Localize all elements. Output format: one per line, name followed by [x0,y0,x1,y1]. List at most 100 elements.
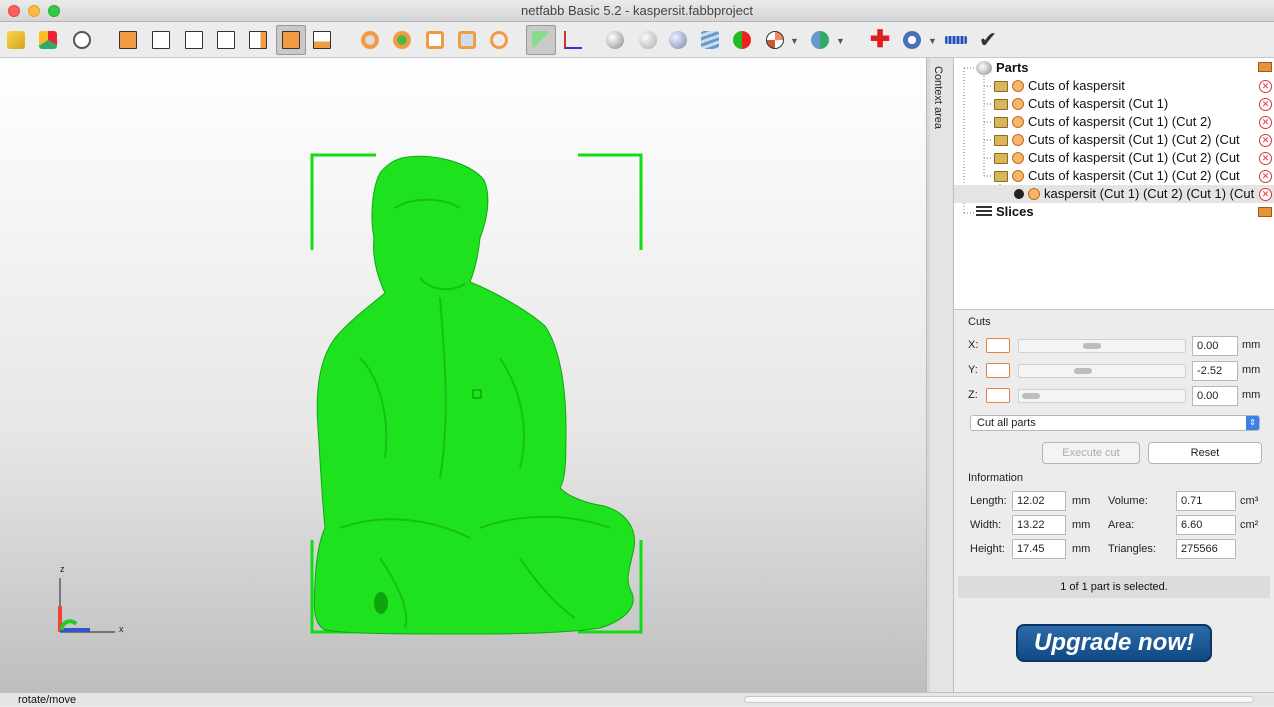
view-top-button[interactable] [246,28,270,52]
x-cut-slider[interactable] [1018,339,1186,353]
remove-item-icon[interactable]: ✕ [1259,188,1272,201]
globe-button[interactable] [763,28,787,52]
view-left-button[interactable] [182,28,206,52]
remove-item-icon[interactable]: ✕ [1259,152,1272,165]
y-axis-toggle[interactable] [986,363,1010,378]
remove-item-icon[interactable]: ✕ [1259,134,1272,147]
tree-item[interactable]: Cuts of kaspersit (Cut 1) (Cut 2) [994,113,1212,131]
zoom-box-button[interactable] [423,28,447,52]
x-axis-toggle[interactable] [986,338,1010,353]
viewport-canvas[interactable]: z x [0,58,926,692]
repair-button[interactable]: ✚ [868,28,892,52]
slices-icon [976,206,992,218]
visibility-eye-icon[interactable] [1012,170,1024,182]
visibility-eye-icon[interactable] [1012,116,1024,128]
zoom-window-icon[interactable] [48,5,60,17]
tree-item[interactable]: Cuts of kaspersit (Cut 1) (Cut 2) (Cut [994,149,1240,167]
slice-view-icon [701,31,719,49]
zoom-all-button[interactable] [358,28,382,52]
3d-model-figure[interactable] [313,155,636,635]
part-info-button[interactable] [70,28,94,52]
view-perspective-button[interactable] [310,28,334,52]
x-cut-input[interactable]: 0.00 [1192,336,1238,356]
remove-item-icon[interactable]: ✕ [1259,170,1272,183]
tree-parts-root[interactable]: Parts [976,59,1029,77]
remove-item-icon[interactable]: ✕ [1259,98,1272,111]
x-slider-handle[interactable] [1083,343,1101,349]
width-unit: mm [1072,519,1091,531]
analysis-dropdown-icon[interactable]: ▼ [928,36,937,46]
folder-icon [994,80,1008,92]
tree-selected-part[interactable]: kaspersit (Cut 1) (Cut 2) (Cut 1) (Cut [954,185,1274,203]
tree-item[interactable]: Cuts of kaspersit (Cut 1) (Cut 2) (Cut [994,167,1240,185]
window-controls [8,5,60,17]
view-right-icon [217,31,235,49]
tree-item-label: Cuts of kaspersit [1028,78,1125,93]
remove-item-icon[interactable]: ✕ [1259,80,1272,93]
execute-cut-button[interactable]: Execute cut [1042,442,1140,464]
z-axis-toggle[interactable] [986,388,1010,403]
length-unit: mm [1072,495,1091,507]
z-slider-handle[interactable] [1022,393,1040,399]
move-axis-button[interactable] [561,28,585,52]
tree-item[interactable]: Cuts of kaspersit (Cut 1) [994,95,1168,113]
upgrade-now-button[interactable]: Upgrade now! [1016,624,1212,662]
reset-button[interactable]: Reset [1148,442,1262,464]
folder-icon [994,134,1008,146]
add-part-button[interactable] [36,28,60,52]
width-label: Width: [970,519,1002,531]
zoom-area-button[interactable] [455,28,479,52]
view-bottom-icon [282,31,300,49]
select-cursor-button[interactable] [526,25,556,55]
cut-mode-select[interactable]: Cut all parts ⇕ [970,415,1260,431]
zoom-selection-button[interactable] [390,28,414,52]
section-view-button[interactable] [666,28,690,52]
remove-item-icon[interactable]: ✕ [1259,116,1272,129]
checkmark-button[interactable]: ✔ [976,28,1000,52]
tree-item[interactable]: Cuts of kaspersit [994,77,1125,95]
transparent-view-button[interactable] [636,28,660,52]
y-slider-handle[interactable] [1074,368,1092,374]
context-area-strip[interactable]: Context area [930,58,954,692]
shading-dropdown-icon[interactable]: ▼ [836,36,845,46]
view-top-icon [249,31,267,49]
model-shadow-detail [374,592,388,614]
close-window-icon[interactable] [8,5,20,17]
ruler-button[interactable] [944,28,968,52]
visibility-eye-icon[interactable] [1012,80,1024,92]
folder-icon [994,116,1008,128]
y-cut-input[interactable]: -2.52 [1192,361,1238,381]
minimize-window-icon[interactable] [28,5,40,17]
slices-folder-action-icon[interactable] [1258,207,1272,217]
tree-item-label: Cuts of kaspersit (Cut 1) (Cut 2) (Cut [1028,132,1240,147]
cuts-title: Cuts [968,316,991,328]
main-toolbar: ▼ ▼ ✚ ▼ ✔ [0,22,1274,58]
z-cut-slider[interactable] [1018,389,1186,403]
view-back-button[interactable] [149,28,173,52]
view-perspective-icon [313,31,331,49]
slice-view-button[interactable] [698,28,722,52]
zoom-lens-button[interactable] [487,28,511,52]
tree-item[interactable]: Cuts of kaspersit (Cut 1) (Cut 2) (Cut [994,131,1240,149]
visibility-eye-icon[interactable] [1012,134,1024,146]
colored-parts-button[interactable] [730,28,754,52]
3d-viewport[interactable]: z x [0,58,926,692]
parts-tree[interactable]: Parts Cuts of kaspersit ✕ Cuts of kasper… [954,58,1274,310]
view-bottom-button[interactable] [276,25,306,55]
z-cut-input[interactable]: 0.00 [1192,386,1238,406]
analysis-button[interactable] [900,28,924,52]
width-value: 13.22 [1012,515,1066,535]
y-cut-slider[interactable] [1018,364,1186,378]
view-front-button[interactable] [116,28,140,52]
open-project-button[interactable] [4,28,28,52]
visibility-eye-icon[interactable] [1012,152,1024,164]
shading-button[interactable] [808,28,832,52]
view-right-button[interactable] [214,28,238,52]
globe-dropdown-icon[interactable]: ▼ [790,36,799,46]
tree-slices-root[interactable]: Slices [976,203,1034,221]
right-panel: Parts Cuts of kaspersit ✕ Cuts of kasper… [954,58,1274,692]
visibility-eye-icon[interactable] [1012,98,1024,110]
visibility-eye-icon[interactable] [1028,188,1040,200]
parts-folder-action-icon[interactable] [1258,62,1272,72]
sphere-view-button[interactable] [603,28,627,52]
